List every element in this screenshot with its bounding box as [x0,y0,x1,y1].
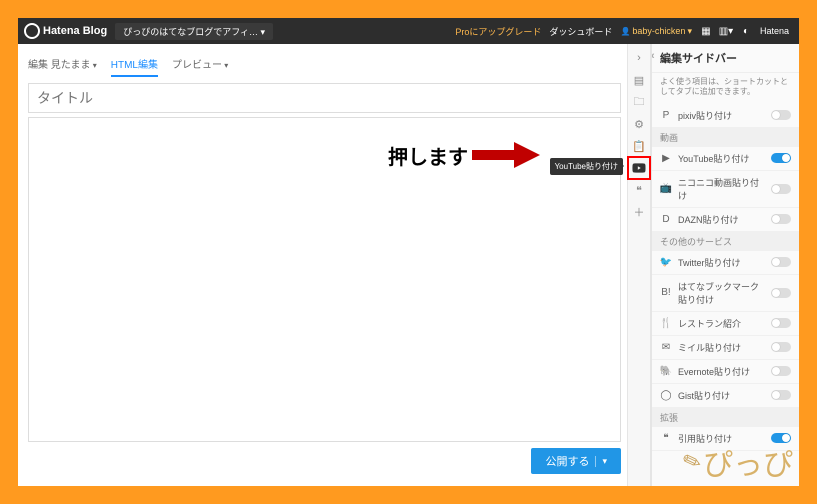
title-input[interactable] [28,83,621,113]
sidebar-item-dazn[interactable]: DDAZN貼り付け [652,208,799,232]
hatena-link[interactable]: Hatena [760,26,789,36]
toggle-restaurant[interactable] [771,318,791,328]
sidebar-section-ext: 拡張 [652,408,799,427]
tab-html[interactable]: HTML編集 [111,56,158,77]
sidebar-item-bookmark[interactable]: B!はてなブックマーク貼り付け [652,275,799,312]
sidebar-note: よく使う項目は、ショートカットとしてタブに追加できます。 [652,73,799,104]
tab-wysiwyg[interactable]: 編集 見たまま [28,56,97,77]
editor-pane: 編集 見たまま HTML編集 プレビュー 公開する [18,44,627,486]
bookmark-icon: B! [660,287,672,299]
dazn-icon: D [660,213,672,225]
niconico-icon: 📺 [660,183,672,195]
user-menu[interactable]: baby-chicken ▾ [620,26,692,37]
tab-preview[interactable]: プレビュー [172,56,228,77]
mail-icon: ✉ [660,341,672,353]
rail-youtube-icon[interactable]: YouTube貼り付け [629,158,649,178]
sidebar-section-other: その他のサービス [652,232,799,251]
sidebar-title: 編集サイドバー [652,44,799,73]
toggle-youtube[interactable] [771,153,791,163]
body-textarea[interactable] [28,117,621,442]
mask-icon[interactable]: ◐ [739,24,753,38]
toggle-niconico[interactable] [771,184,791,194]
sidebar-item-niconico[interactable]: 📺ニコニコ動画貼り付け [652,171,799,208]
toggle-quote[interactable] [771,433,791,443]
sidebar-item-pixiv[interactable]: Ppixiv貼り付け [652,104,799,128]
pixiv-icon: P [660,109,672,121]
evernote-icon: 🐘 [660,365,672,377]
rail-clipboard-icon[interactable]: 📋 [629,136,649,156]
publish-button[interactable]: 公開する [531,448,621,474]
topbar: Hatena Blog ぴっぴのはてなブログでアフィ… ▾ Proにアップグレー… [18,18,799,44]
apps-icon[interactable]: ▦ [699,24,713,38]
rail-quote-icon[interactable]: ❝ [629,180,649,200]
youtube-icon: ▶ [660,152,672,164]
pro-upgrade-link[interactable]: Proにアップグレード [455,25,541,38]
sidebar-item-restaurant[interactable]: 🍴レストラン紹介 [652,312,799,336]
sidebar-item-twitter[interactable]: 🐦Twitter貼り付け [652,251,799,275]
main-area: 編集 見たまま HTML編集 プレビュー 公開する › ▤ 🗀 ⚙ 📋 YouT… [18,44,799,486]
tool-rail: › ▤ 🗀 ⚙ 📋 YouTube貼り付け ❝ ＋ [627,44,651,486]
twitter-icon: 🐦 [660,256,672,268]
editor-tabs: 編集 見たまま HTML編集 プレビュー [28,52,621,83]
dashboard-link[interactable]: ダッシュボード [549,25,612,38]
toggle-twitter[interactable] [771,257,791,267]
sidebar-item-gist[interactable]: ◯Gist貼り付け [652,384,799,408]
sidebar-section-video: 動画 [652,128,799,147]
brand-logo[interactable]: Hatena Blog [24,23,107,39]
rail-settings-icon[interactable]: ⚙ [629,114,649,134]
blog-name-dropdown[interactable]: ぴっぴのはてなブログでアフィ… ▾ [115,23,273,40]
rail-category-icon[interactable]: 🗀 [629,92,649,112]
sidebar-item-youtube[interactable]: ▶YouTube貼り付け [652,147,799,171]
sidebar-item-evernote[interactable]: 🐘Evernote貼り付け [652,360,799,384]
toggle-bookmark[interactable] [771,288,791,298]
toggle-mail[interactable] [771,342,791,352]
restaurant-icon: 🍴 [660,317,672,329]
gist-icon: ◯ [660,389,672,401]
toggle-evernote[interactable] [771,366,791,376]
rail-expand-icon[interactable]: › [629,48,649,68]
app-frame: Hatena Blog ぴっぴのはてなブログでアフィ… ▾ Proにアップグレー… [18,18,799,486]
youtube-tooltip: YouTube貼り付け [550,158,623,175]
rail-photo-icon[interactable]: ▤ [629,70,649,90]
edit-sidebar: 編集サイドバー よく使う項目は、ショートカットとしてタブに追加できます。 Ppi… [651,44,799,486]
grid-icon[interactable]: ▥▾ [719,24,733,38]
toggle-gist[interactable] [771,390,791,400]
toggle-dazn[interactable] [771,214,791,224]
rail-add-icon[interactable]: ＋ [629,202,649,222]
sidebar-item-quote[interactable]: ❝引用貼り付け [652,427,799,451]
quote-icon: ❝ [660,432,672,444]
sidebar-item-mail[interactable]: ✉ミイル貼り付け [652,336,799,360]
toggle-pixiv[interactable] [771,110,791,120]
